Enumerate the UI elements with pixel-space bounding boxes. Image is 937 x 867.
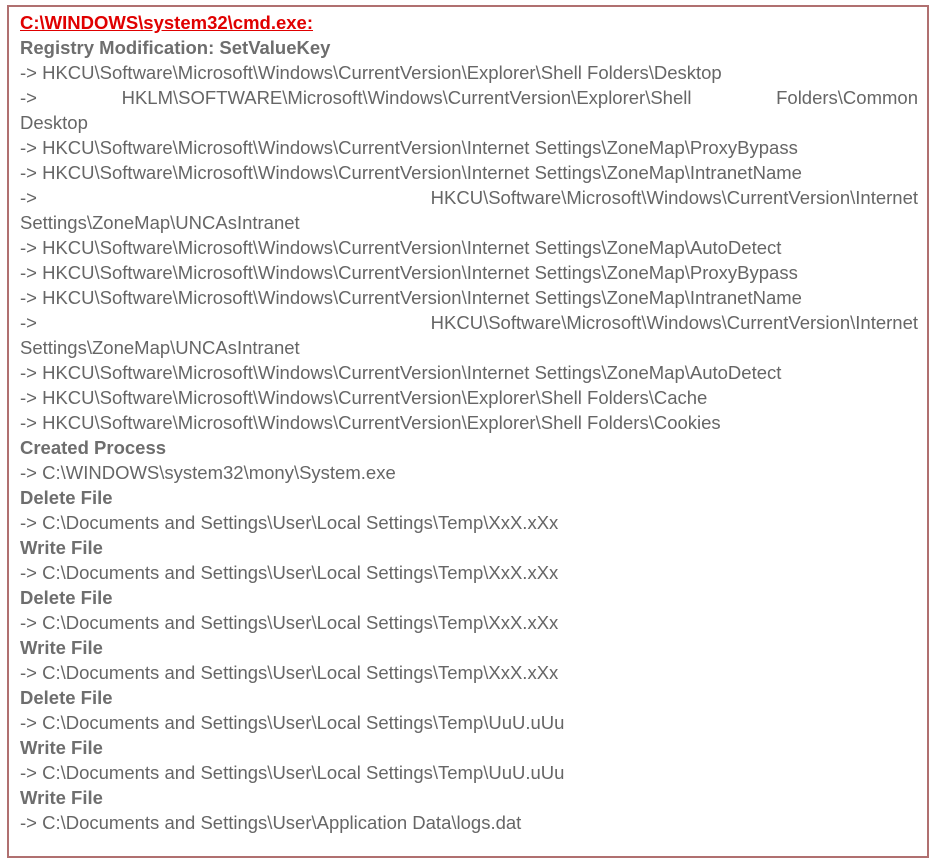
log-entry: -> C:\Documents and Settings\User\Applic…	[20, 812, 522, 833]
section-heading: Write File	[20, 637, 103, 658]
log-title: C:\WINDOWS\system32\cmd.exe:	[20, 12, 314, 33]
log-entry: -> HKCU\Software\Microsoft\Windows\Curre…	[20, 412, 721, 433]
log-entry: -> HKCU\Software\Microsoft\Windows\Curre…	[20, 262, 798, 283]
log-entry: -> HKCU\Software\Microsoft\Windows\Curren…	[20, 310, 918, 335]
log-entry: -> HKCU\Software\Microsoft\Windows\Curre…	[20, 62, 722, 83]
log-entry: -> C:\WINDOWS\system32\mony\System.exe	[20, 462, 396, 483]
section-heading: Delete File	[20, 587, 113, 608]
section-heading: Delete File	[20, 487, 113, 508]
section-heading: Registry Modification: SetValueKey	[20, 37, 331, 58]
log-entry-part: HKCU\Software\Microsoft\Windows\CurrentV…	[430, 187, 918, 208]
log-entry: -> C:\Documents and Settings\User\Local …	[20, 712, 565, 733]
log-content: C:\WINDOWS\system32\cmd.exe: Registry Mo…	[20, 10, 918, 835]
section-heading: Write File	[20, 787, 103, 808]
log-entry-part: ->	[20, 87, 37, 108]
log-entry: -> HKCU\Software\Microsoft\Windows\Curre…	[20, 287, 802, 308]
log-entry: -> C:\Documents and Settings\User\Local …	[20, 762, 565, 783]
log-entry: Settings\ZoneMap\UNCAsIntranet	[20, 212, 300, 233]
log-entry: -> HKCU\Software\Microsoft\Windows\Curre…	[20, 387, 708, 408]
log-entry: -> C:\Documents and Settings\User\Local …	[20, 562, 559, 583]
log-entry: -> C:\Documents and Settings\User\Local …	[20, 512, 559, 533]
log-entry-part: ->	[20, 187, 37, 208]
log-entry: -> C:\Documents and Settings\User\Local …	[20, 612, 559, 633]
log-entry: -> C:\Documents and Settings\User\Local …	[20, 662, 559, 683]
section-heading: Created Process	[20, 437, 167, 458]
log-entry: -> HKCU\Software\Microsoft\Windows\Curre…	[20, 237, 782, 258]
log-entry: -> HKLM\SOFTWARE\Microsoft\Windows\Curren…	[20, 85, 918, 110]
log-entry: Desktop	[20, 112, 88, 133]
log-entry-part: HKLM\SOFTWARE\Microsoft\Windows\CurrentV…	[121, 87, 692, 108]
log-entry: -> HKCU\Software\Microsoft\Windows\Curre…	[20, 137, 798, 158]
log-entry-part: ->	[20, 312, 37, 333]
log-entry-part: Folders\Common	[776, 87, 918, 108]
log-entry-part: HKCU\Software\Microsoft\Windows\CurrentV…	[430, 312, 918, 333]
section-heading: Delete File	[20, 687, 113, 708]
log-entry: -> HKCU\Software\Microsoft\Windows\Curren…	[20, 185, 918, 210]
section-heading: Write File	[20, 737, 103, 758]
log-entry: -> HKCU\Software\Microsoft\Windows\Curre…	[20, 162, 802, 183]
log-entry: -> HKCU\Software\Microsoft\Windows\Curre…	[20, 362, 782, 383]
log-entry: Settings\ZoneMap\UNCAsIntranet	[20, 337, 300, 358]
section-heading: Write File	[20, 537, 103, 558]
